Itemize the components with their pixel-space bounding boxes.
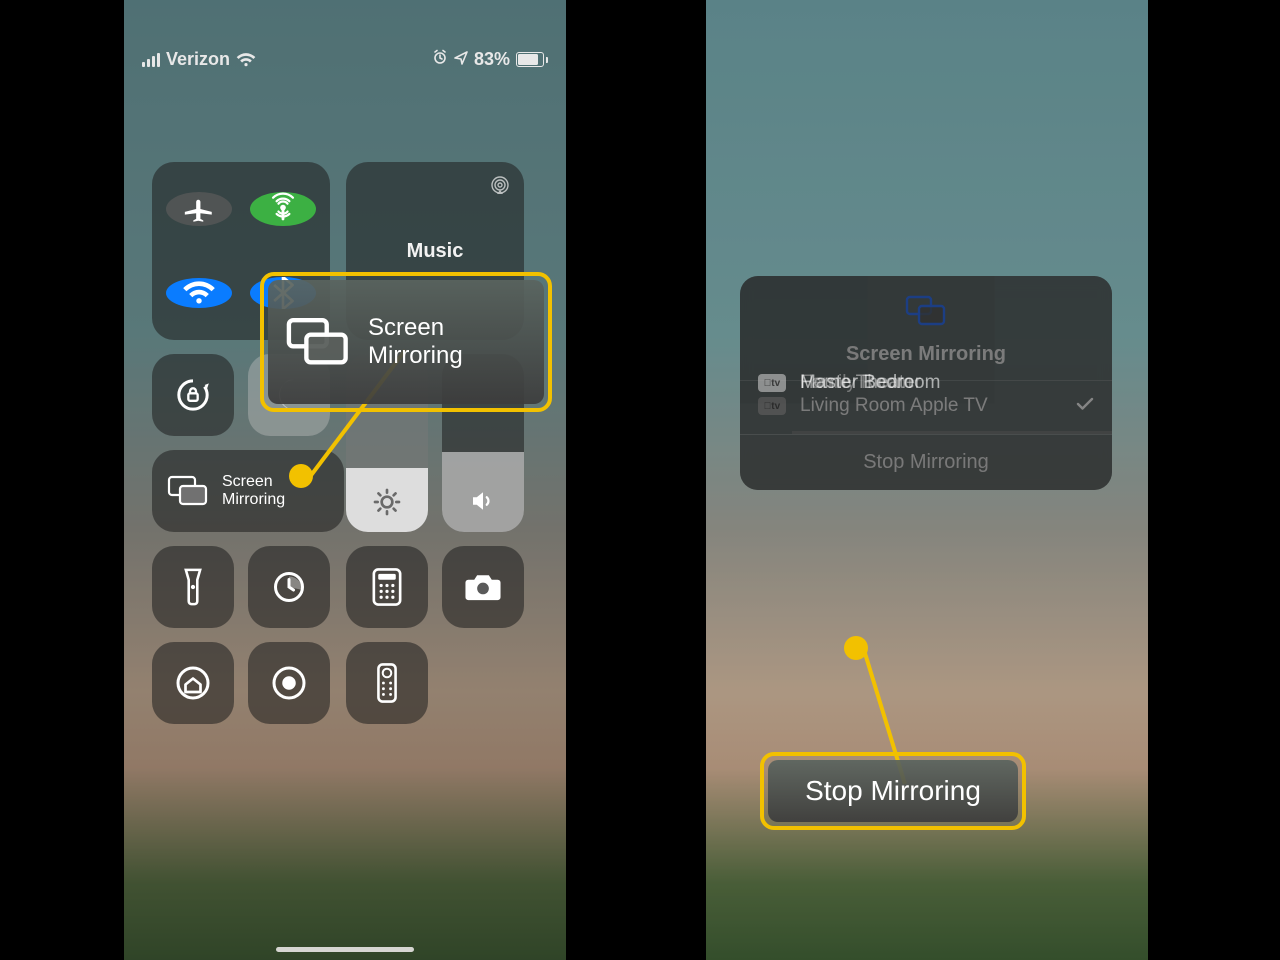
home-button[interactable] bbox=[152, 642, 234, 724]
airplay-icon bbox=[488, 174, 512, 203]
callout-label: Screen Mirroring bbox=[368, 314, 463, 370]
timer-icon bbox=[271, 569, 307, 605]
cellular-antenna-icon bbox=[266, 192, 300, 226]
battery-percent: 83% bbox=[474, 49, 510, 70]
flashlight-icon bbox=[179, 567, 207, 607]
alarm-icon bbox=[432, 49, 448, 70]
wifi-icon bbox=[182, 278, 216, 308]
rotation-lock-button[interactable] bbox=[152, 354, 234, 436]
stop-mirroring-callout: Stop Mirroring bbox=[760, 752, 1026, 830]
phone-left: Verizon 83% bbox=[124, 0, 566, 960]
battery-icon bbox=[516, 52, 548, 67]
timer-button[interactable] bbox=[248, 546, 330, 628]
sun-icon bbox=[371, 486, 403, 518]
screen-record-button[interactable] bbox=[248, 642, 330, 724]
wifi-button[interactable] bbox=[166, 278, 232, 308]
music-label: Music bbox=[407, 240, 464, 263]
screen-mirroring-icon bbox=[166, 473, 210, 509]
home-indicator[interactable] bbox=[276, 947, 414, 952]
device-row[interactable]: tv Master Bedroom bbox=[740, 276, 1112, 490]
cellular-data-button[interactable] bbox=[250, 192, 316, 226]
apple-tv-remote-button[interactable] bbox=[346, 642, 428, 724]
home-icon bbox=[175, 665, 211, 701]
rotation-lock-icon bbox=[173, 375, 213, 415]
calculator-button[interactable] bbox=[346, 546, 428, 628]
wifi-icon bbox=[236, 53, 256, 67]
callout-label: Stop Mirroring bbox=[805, 777, 981, 805]
signal-bars-icon bbox=[142, 53, 160, 67]
flashlight-button[interactable] bbox=[152, 546, 234, 628]
camera-icon bbox=[464, 572, 502, 602]
stage: Verizon 83% bbox=[0, 0, 1280, 960]
screen-mirroring-sheet: Screen Mirroring tv Living Room Apple T… bbox=[740, 276, 1112, 490]
annotation-dot bbox=[844, 636, 868, 660]
carrier-label: Verizon bbox=[166, 49, 230, 70]
airplane-icon bbox=[182, 192, 216, 226]
location-icon bbox=[454, 49, 468, 70]
record-icon bbox=[271, 665, 307, 701]
airplane-mode-button[interactable] bbox=[166, 192, 232, 226]
status-bar: Verizon 83% bbox=[124, 0, 566, 78]
calculator-icon bbox=[372, 568, 402, 606]
screen-mirroring-label: Screen Mirroring bbox=[222, 473, 285, 509]
annotation-dot bbox=[289, 464, 313, 488]
screen-mirroring-tile[interactable]: Screen Mirroring bbox=[152, 450, 344, 532]
screen-mirroring-callout: Screen Mirroring bbox=[260, 272, 552, 412]
speaker-icon bbox=[468, 486, 498, 516]
device-name: Master Bedroom bbox=[800, 372, 1094, 394]
apple-tv-icon: tv bbox=[758, 374, 786, 392]
camera-button[interactable] bbox=[442, 546, 524, 628]
screen-mirroring-icon bbox=[286, 316, 350, 368]
remote-icon bbox=[376, 663, 398, 703]
